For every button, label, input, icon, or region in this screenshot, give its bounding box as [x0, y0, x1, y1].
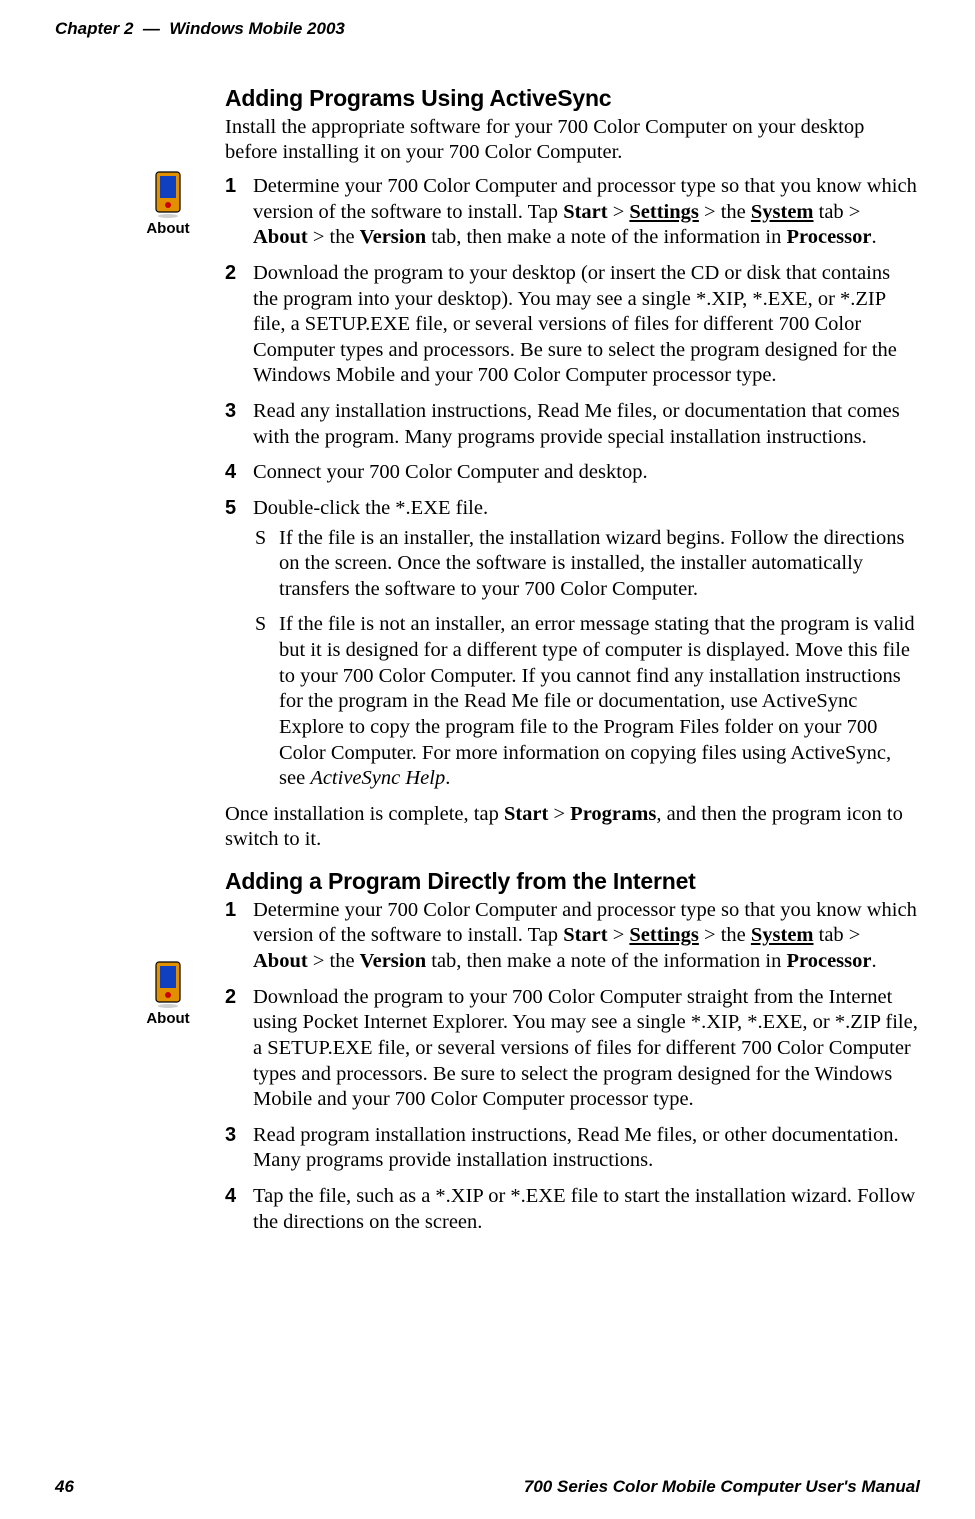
running-header: Chapter 2 — Windows Mobile 2003 [55, 18, 920, 39]
kw-about: About [253, 226, 308, 248]
kw-system: System [751, 201, 814, 223]
s1-item-1: 1 Determine your 700 Color Computer and … [225, 174, 920, 251]
footer-page-number: 46 [55, 1476, 74, 1497]
running-footer: 46 700 Series Color Mobile Computer User… [55, 1476, 920, 1497]
s1-item-4: 4 Connect your 700 Color Computer and de… [225, 460, 920, 486]
about-icon-block-2: About [140, 960, 196, 1029]
kw-settings: Settings [629, 924, 698, 946]
text: Download the program to your 700 Color C… [253, 986, 918, 1111]
text: If the file is an installer, the install… [279, 527, 904, 600]
list-number: 5 [225, 496, 236, 521]
text: Double-click the *.EXE file. [253, 497, 488, 519]
text: tab, then make a note of the information… [426, 950, 786, 972]
gt: > the [308, 950, 360, 972]
gt: > [608, 924, 630, 946]
section2-title: Adding a Program Directly from the Inter… [225, 867, 920, 896]
section2-list: 1 Determine your 700 Color Computer and … [225, 898, 920, 1236]
text: Tap the file, such as a *.XIP or *.EXE f… [253, 1185, 915, 1233]
list-number: 3 [225, 399, 236, 424]
about-icon [151, 960, 185, 1008]
text: . [872, 226, 877, 248]
s2-item-4: 4 Tap the file, such as a *.XIP or *.EXE… [225, 1184, 920, 1235]
kw-processor: Processor [786, 950, 871, 972]
list-number: 1 [225, 898, 236, 923]
text: tab, then make a note of the information… [426, 226, 786, 248]
about-icon-caption: About [140, 1010, 196, 1029]
s1-item-2: 2 Download the program to your desktop (… [225, 261, 920, 389]
text: Read any installation instructions, Read… [253, 400, 900, 448]
text: Read program installation instructions, … [253, 1124, 899, 1172]
section1-outro: Once installation is complete, tap Start… [225, 802, 920, 853]
s2-item-2: 2 Download the program to your 700 Color… [225, 985, 920, 1113]
text: Connect your 700 Color Computer and desk… [253, 461, 648, 483]
list-number: 4 [225, 460, 236, 485]
list-number: 1 [225, 174, 236, 199]
text: tab > [814, 924, 861, 946]
text: Download the program to your desktop (or… [253, 262, 897, 387]
s1-sub-1: If the file is an installer, the install… [253, 526, 920, 603]
about-icon [151, 170, 185, 218]
kw-version: Version [360, 950, 426, 972]
gt: > [608, 201, 630, 223]
kw-processor: Processor [786, 226, 871, 248]
text: . [445, 767, 450, 789]
page: Chapter 2 — Windows Mobile 2003 About Ab… [0, 0, 975, 1519]
text: tab > [814, 201, 861, 223]
s1-item-5-sub: If the file is an installer, the install… [253, 526, 920, 792]
list-number: 4 [225, 1184, 236, 1209]
s1-sub-2: If the file is not an installer, an erro… [253, 612, 920, 791]
text: If the file is not an installer, an erro… [279, 613, 915, 789]
footer-manual-title: 700 Series Color Mobile Computer User's … [524, 1476, 920, 1497]
kw-system: System [751, 924, 814, 946]
kw-start: Start [504, 803, 548, 825]
kw-programs: Programs [570, 803, 656, 825]
gt: > the [699, 201, 751, 223]
content-column: Adding Programs Using ActiveSync Install… [225, 78, 920, 1245]
section1-list: 1 Determine your 700 Color Computer and … [225, 174, 920, 792]
text: Once installation is complete, tap [225, 803, 504, 825]
kw-start: Start [563, 924, 607, 946]
list-number: 2 [225, 261, 236, 286]
header-chapter: Chapter 2 [55, 19, 133, 38]
s2-item-3: 3 Read program installation instructions… [225, 1123, 920, 1174]
s2-item-1: 1 Determine your 700 Color Computer and … [225, 898, 920, 975]
list-number: 3 [225, 1123, 236, 1148]
ital-activesync-help: ActiveSync Help [310, 767, 445, 789]
gt: > [548, 803, 570, 825]
about-icon-block-1: About [140, 170, 196, 239]
header-subject: Windows Mobile 2003 [169, 19, 345, 38]
section1-intro: Install the appropriate software for you… [225, 115, 920, 166]
about-icon-caption: About [140, 220, 196, 239]
gt: > the [308, 226, 360, 248]
header-dash: — [143, 19, 160, 38]
s1-item-3: 3 Read any installation instructions, Re… [225, 399, 920, 450]
text: . [872, 950, 877, 972]
gt: > the [699, 924, 751, 946]
list-number: 2 [225, 985, 236, 1010]
s1-item-5: 5 Double-click the *.EXE file. If the fi… [225, 496, 920, 792]
kw-settings: Settings [629, 201, 698, 223]
section1-title: Adding Programs Using ActiveSync [225, 84, 920, 113]
kw-start: Start [563, 201, 607, 223]
kw-version: Version [360, 226, 426, 248]
kw-about: About [253, 950, 308, 972]
